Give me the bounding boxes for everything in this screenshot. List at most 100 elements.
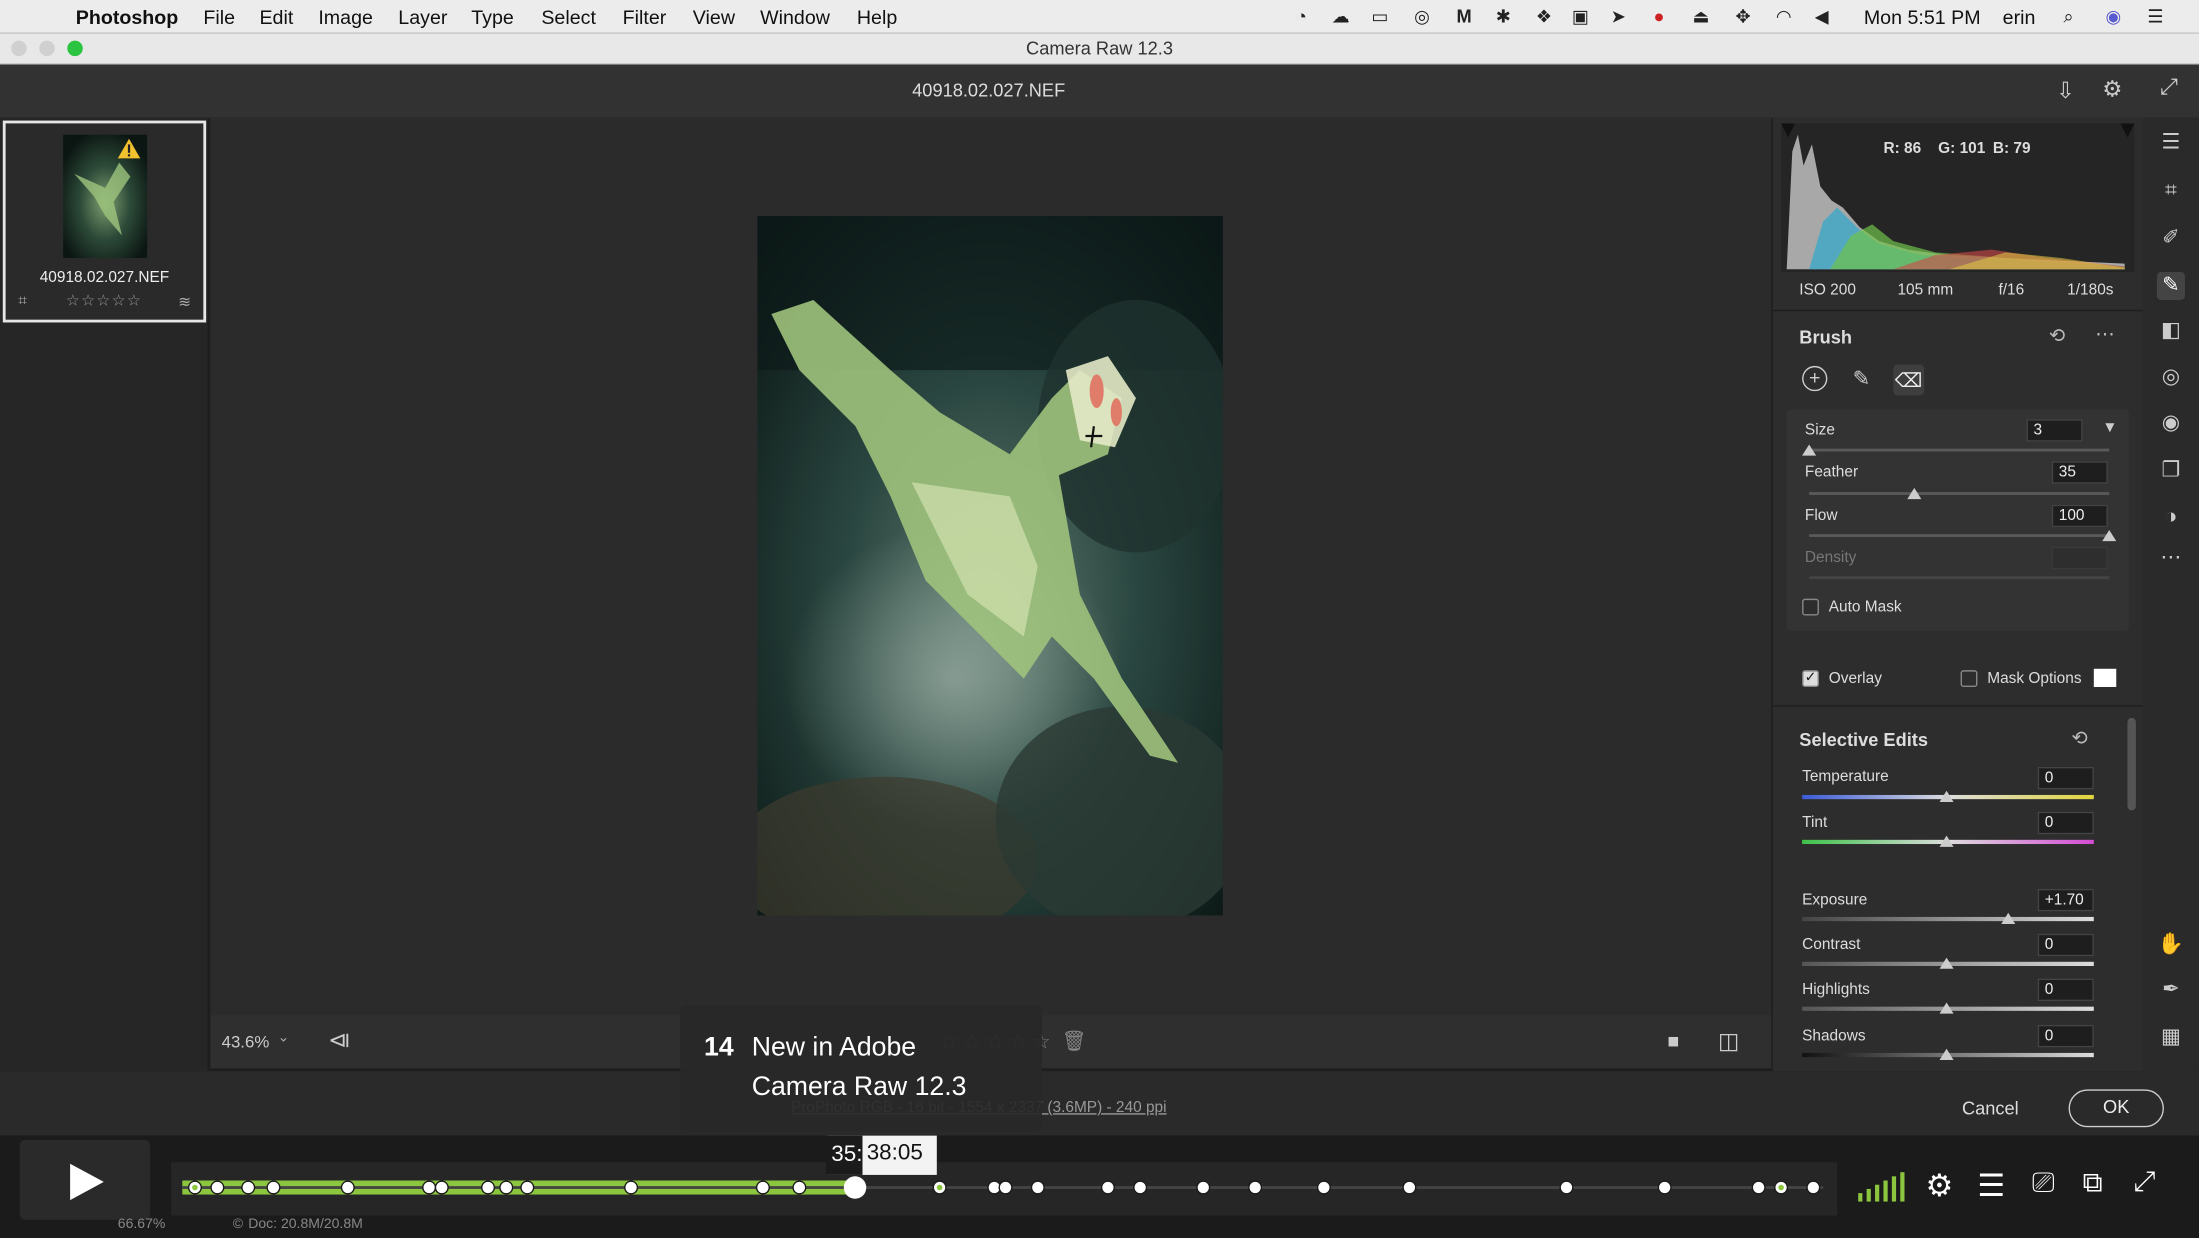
exposure-input[interactable]: +1.70 [2037, 888, 2094, 912]
settings-icon[interactable]: ⚙ [2102, 76, 2122, 104]
app-menu[interactable]: Photoshop [76, 6, 179, 28]
eyedropper-icon[interactable]: ✒ [2157, 976, 2185, 1004]
video-settings-icon[interactable]: ⚙ [1926, 1168, 1954, 1204]
display-icon[interactable]: ▭ [1369, 6, 1391, 28]
feather-slider[interactable] [1907, 487, 1922, 500]
pip-icon[interactable]: ⧉ [2083, 1168, 2103, 1200]
single-view-icon[interactable]: ■ [1667, 1029, 1679, 1051]
reset-edits-icon[interactable]: ⟲ [2071, 726, 2087, 750]
ok-button[interactable]: OK [2068, 1089, 2164, 1128]
panel-scrollbar[interactable] [2127, 717, 2136, 811]
contrast-input[interactable]: 0 [2037, 933, 2094, 957]
more-options-icon[interactable]: ⋯ [2095, 322, 2115, 346]
feather-track[interactable] [1809, 492, 2110, 495]
save-image-icon[interactable]: ⇩ [2056, 77, 2075, 105]
menu-select[interactable]: Select [541, 6, 596, 28]
exposure-slider[interactable] [2001, 912, 2016, 924]
healing-icon[interactable]: ✐ [2157, 224, 2185, 252]
menu-view[interactable]: View [693, 6, 735, 28]
brush-tool-icon[interactable]: ✎ [2156, 271, 2185, 301]
size-dropdown-icon[interactable]: ▼ [2102, 419, 2117, 436]
add-mask-icon[interactable]: + [1802, 365, 1828, 392]
auto-mask-checkbox[interactable] [1802, 598, 1819, 616]
overlay-checkbox[interactable]: ✓ [1802, 670, 1819, 687]
eraser-icon[interactable]: ⌫ [1893, 364, 1925, 396]
chevron-down-icon[interactable]: ⌄ [278, 1030, 290, 1045]
menu-window[interactable]: Window [760, 6, 830, 28]
radial-gradient-icon[interactable]: ◎ [2157, 363, 2185, 391]
temperature-input[interactable]: 0 [2037, 766, 2094, 790]
overlay-color-swatch[interactable] [2093, 668, 2117, 687]
feather-input[interactable]: 35 [2051, 461, 2108, 484]
chapter-markers[interactable] [171, 1162, 1837, 1215]
gauge-icon[interactable]: ◔ [1290, 6, 1312, 28]
reset-brush-icon[interactable]: ⟲ [2049, 324, 2065, 348]
crop-icon[interactable]: ⌗ [2157, 177, 2185, 205]
cancel-button[interactable]: Cancel [1962, 1098, 2019, 1119]
chapters-list-icon[interactable]: ☰ [1977, 1168, 2005, 1204]
linear-gradient-icon[interactable]: ◧ [2157, 317, 2185, 345]
menu-layer[interactable]: Layer [398, 6, 447, 28]
volume-icon[interactable]: ◀ [1811, 6, 1833, 28]
before-after-icon[interactable]: ◫ [1718, 1028, 1739, 1056]
highlights-input[interactable]: 0 [2037, 978, 2094, 1002]
thumbnail-card[interactable]: 40918.02.027.NEF ⌗ ☆☆☆☆☆ ≋ [2, 120, 207, 323]
airplay-icon[interactable]: ⏏ [1690, 6, 1712, 28]
shadows-slider[interactable] [1939, 1048, 1954, 1060]
size-input[interactable]: 3 [2026, 419, 2083, 442]
size-slider[interactable] [1802, 444, 1817, 456]
exposure-track[interactable] [1802, 916, 2094, 922]
progress-bar[interactable] [171, 1162, 1838, 1216]
airplay-video-icon[interactable]: ⎚ [2032, 1168, 2054, 1200]
tint-slider[interactable] [1939, 835, 1954, 847]
toggle-filmstrip-icon[interactable]: ⧏ [328, 1026, 350, 1054]
menu-edit[interactable]: Edit [259, 6, 293, 28]
size-track[interactable] [1809, 448, 2110, 452]
move-icon[interactable]: ✥ [1732, 6, 1754, 28]
presets-icon[interactable]: ◑ [2157, 503, 2185, 531]
flow-track[interactable] [1809, 534, 2110, 537]
edit-sliders-icon[interactable]: ☰ [2157, 129, 2185, 157]
menu-file[interactable]: File [203, 6, 235, 28]
preview-image[interactable] [757, 215, 1223, 916]
menu-image[interactable]: Image [318, 6, 373, 28]
wifi-icon[interactable]: ◠ [1773, 6, 1795, 28]
menu-type[interactable]: Type [471, 6, 514, 28]
apple-icon[interactable] [25, 6, 47, 28]
siri-icon[interactable]: ◉ [2102, 6, 2124, 28]
more-tools-icon[interactable]: ⋯ [2157, 544, 2185, 572]
search-icon[interactable]: ⌕ [2057, 6, 2079, 28]
user-name[interactable]: erin [2003, 6, 2036, 28]
contrast-slider[interactable] [1939, 957, 1954, 969]
shadows-input[interactable]: 0 [2037, 1024, 2094, 1048]
control-center-icon[interactable]: ☰ [2144, 6, 2166, 28]
red-eye-icon[interactable]: ◉ [2157, 409, 2185, 437]
highlights-slider[interactable] [1939, 1002, 1954, 1014]
dropbox-icon[interactable]: ❖ [1533, 6, 1555, 28]
snapshots-icon[interactable]: ❐ [2157, 457, 2185, 485]
trash-icon[interactable]: 🗑 [1062, 1029, 1087, 1053]
mask-options-checkbox[interactable] [1960, 670, 1978, 687]
play-button[interactable] [19, 1139, 151, 1220]
fullscreen-icon[interactable]: ⤢ [2160, 76, 2178, 101]
menu-help[interactable]: Help [857, 6, 897, 28]
temperature-slider[interactable] [1939, 790, 1954, 802]
flow-input[interactable]: 100 [2051, 504, 2108, 528]
menu-filter[interactable]: Filter [623, 6, 667, 28]
rating-stars[interactable]: ☆☆☆☆☆ [66, 292, 142, 310]
video-fullscreen-icon[interactable]: ⤢ [2133, 1166, 2155, 1198]
clock[interactable]: Mon 5:51 PM [1864, 6, 1981, 28]
creative-cloud-icon[interactable]: ☁ [1329, 6, 1351, 28]
flow-slider[interactable] [2102, 529, 2117, 542]
hand-icon[interactable]: ✋ [2157, 931, 2185, 959]
brush-icon[interactable]: ✎ [1853, 366, 1871, 391]
zoom-select[interactable]: 43.6% [222, 1032, 270, 1052]
volume-bars-icon[interactable] [1857, 1172, 1907, 1203]
camera-icon[interactable]: ▣ [1569, 6, 1591, 28]
bluetooth-icon[interactable]: ✱ [1492, 6, 1514, 28]
m-icon[interactable]: M [1453, 6, 1475, 28]
circle-o-icon[interactable]: ◎ [1411, 6, 1433, 28]
forward-icon[interactable]: ➤ [1607, 6, 1629, 28]
grid-icon[interactable]: ▦ [2157, 1023, 2185, 1051]
record-icon[interactable]: ● [1648, 6, 1670, 28]
